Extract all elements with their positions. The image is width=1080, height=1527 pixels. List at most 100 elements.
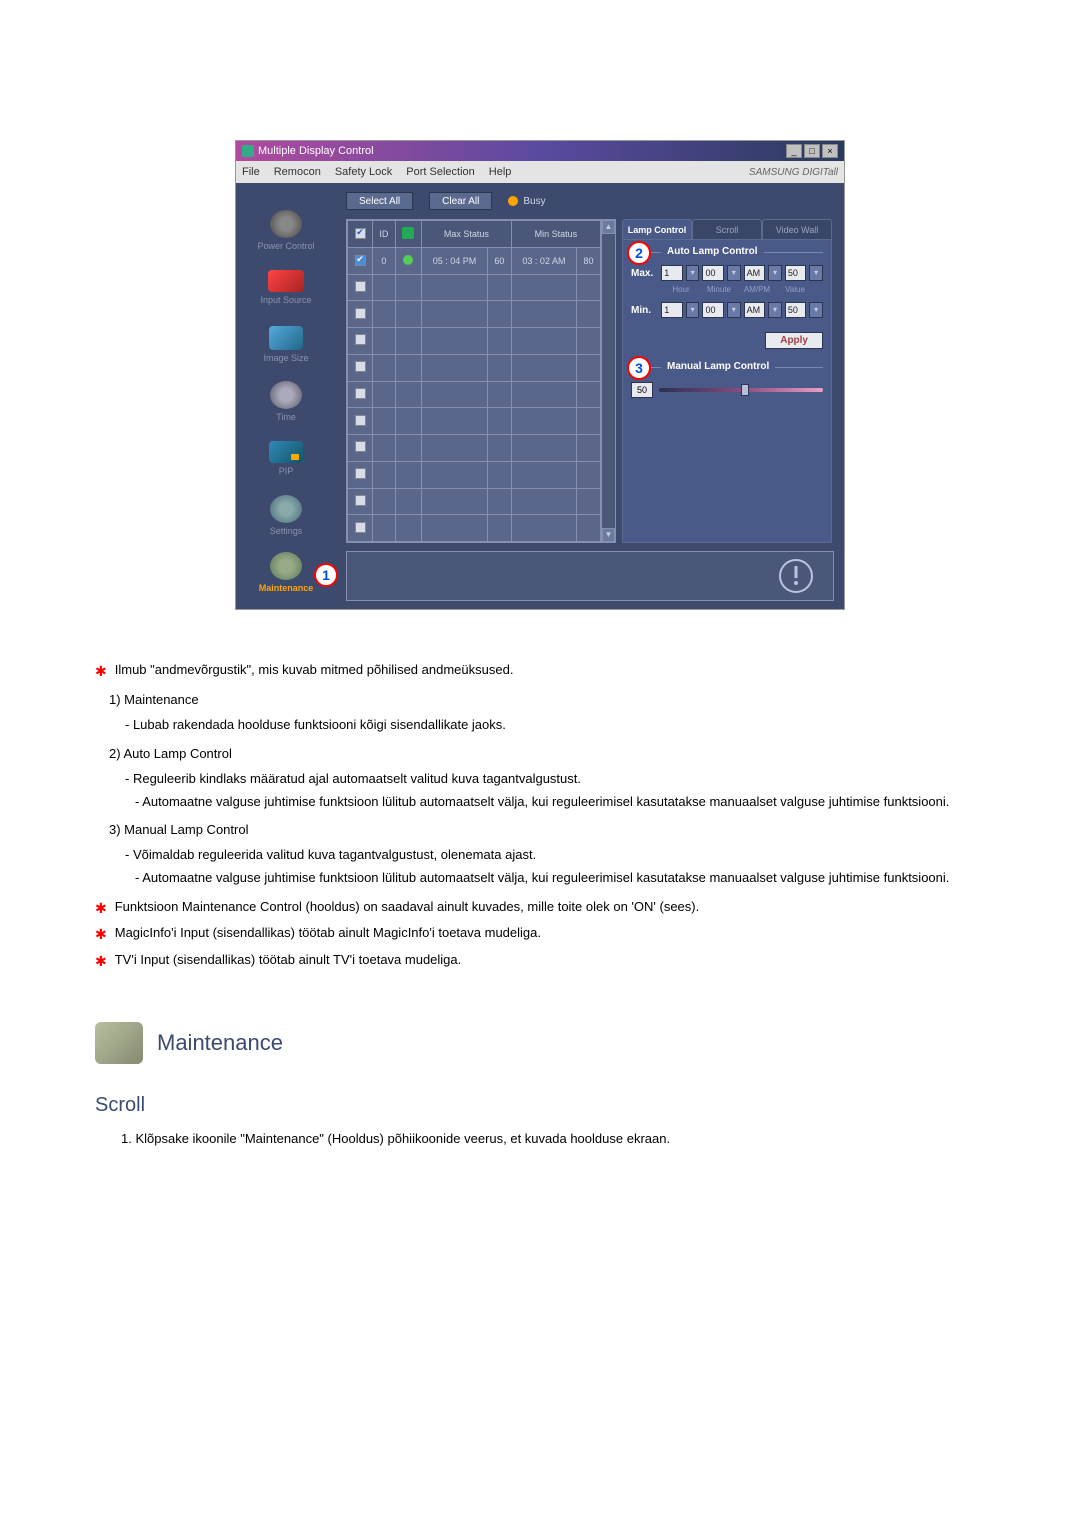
sidebar-item-input[interactable]: Input Source — [246, 260, 326, 315]
window-title: Multiple Display Control — [258, 145, 374, 157]
table-row[interactable] — [348, 488, 601, 515]
min-minute-select[interactable]: 00 — [702, 302, 724, 318]
row-min-time: 03 : 02 AM — [511, 247, 576, 274]
row-checkbox[interactable] — [355, 388, 366, 399]
menu-port-selection[interactable]: Port Selection — [406, 166, 474, 178]
row-checkbox[interactable] — [355, 361, 366, 372]
row-checkbox[interactable] — [355, 334, 366, 345]
power-icon — [270, 210, 302, 238]
list-subitem: Võimaldab reguleerida valitud kuva tagan… — [135, 845, 985, 866]
col-max-header[interactable]: Max Status — [422, 221, 512, 248]
close-button[interactable]: × — [822, 144, 838, 158]
tab-scroll[interactable]: Scroll — [692, 219, 762, 239]
max-hour-select[interactable]: 1 — [661, 265, 683, 281]
maximize-button[interactable]: □ — [804, 144, 820, 158]
bullet-line: TV'i Input (sisendallikas) töötab ainult… — [95, 950, 985, 972]
row-checkbox[interactable] — [355, 308, 366, 319]
tab-lamp-control[interactable]: Lamp Control — [622, 219, 692, 239]
table-row[interactable] — [348, 435, 601, 462]
row-checkbox[interactable] — [355, 441, 366, 452]
busy-dot-icon — [508, 196, 518, 206]
row-checkbox[interactable] — [355, 415, 366, 426]
min-hour-select[interactable]: 1 — [661, 302, 683, 318]
star-icon — [95, 897, 107, 919]
table-row[interactable] — [348, 274, 601, 301]
scroll-up-icon[interactable]: ▲ — [602, 220, 615, 234]
table-row[interactable] — [348, 354, 601, 381]
col-id-header[interactable]: ID — [373, 221, 396, 248]
row-checkbox[interactable] — [355, 468, 366, 479]
min-label: Min. — [631, 305, 658, 316]
callout-2: 2 — [627, 241, 651, 265]
chevron-down-icon[interactable]: ▾ — [686, 302, 700, 318]
display-table-wrap: ID Max Status Min Status 0 05 : 04 PM 60… — [346, 219, 616, 543]
min-value-select[interactable]: 50 — [785, 302, 807, 318]
max-minute-select[interactable]: 00 — [702, 265, 724, 281]
chevron-down-icon[interactable]: ▾ — [809, 302, 823, 318]
chevron-down-icon[interactable]: ▾ — [768, 302, 782, 318]
maintenance-sidebar-icon — [270, 552, 302, 580]
callout-3: 3 — [627, 356, 651, 380]
scrollbar[interactable]: ▲ ▼ — [601, 220, 615, 542]
row-min-val: 80 — [577, 247, 601, 274]
slider-value: 50 — [631, 382, 653, 398]
table-row[interactable] — [348, 328, 601, 355]
sidebar-item-settings[interactable]: Settings — [246, 488, 326, 543]
min-ampm-select[interactable]: AM — [744, 302, 766, 318]
row-id: 0 — [373, 247, 396, 274]
menu-file[interactable]: File — [242, 166, 260, 178]
list-item: 3) Manual Lamp Control — [109, 820, 985, 841]
slider-thumb[interactable] — [741, 384, 749, 396]
bullet-line: Funktsioon Maintenance Control (hooldus)… — [95, 897, 985, 919]
apply-button[interactable]: Apply — [765, 332, 823, 349]
row-checkbox[interactable] — [355, 495, 366, 506]
titlebar: Multiple Display Control _ □ × — [236, 141, 844, 161]
list-item: 1) Maintenance — [109, 690, 985, 711]
max-value-select[interactable]: 50 — [785, 265, 807, 281]
col-min-header[interactable]: Min Status — [511, 221, 600, 248]
lamp-slider[interactable] — [659, 388, 823, 392]
bullet-line: MagicInfo'i Input (sisendallikas) töötab… — [95, 923, 985, 945]
ordered-list-item: 1. Klõpsake ikoonile "Maintenance" (Hool… — [121, 1129, 985, 1150]
row-checkbox[interactable] — [355, 522, 366, 533]
table-row[interactable] — [348, 461, 601, 488]
section-title: Maintenance — [157, 1030, 283, 1056]
sidebar: Power Control Input Source Image Size Ti… — [236, 183, 336, 609]
menu-safety-lock[interactable]: Safety Lock — [335, 166, 392, 178]
table-row[interactable] — [348, 381, 601, 408]
chevron-down-icon[interactable]: ▾ — [727, 302, 741, 318]
menu-help[interactable]: Help — [489, 166, 512, 178]
table-row[interactable]: 0 05 : 04 PM 60 03 : 02 AM 80 — [348, 247, 601, 274]
settings-icon — [270, 495, 302, 523]
table-row[interactable] — [348, 515, 601, 542]
sidebar-item-time[interactable]: Time — [246, 374, 326, 429]
star-icon — [95, 660, 107, 682]
select-all-button[interactable]: Select All — [346, 192, 413, 210]
table-row[interactable] — [348, 408, 601, 435]
chevron-down-icon[interactable]: ▾ — [809, 265, 823, 281]
row-checkbox[interactable] — [355, 255, 366, 266]
clear-all-button[interactable]: Clear All — [429, 192, 492, 210]
sidebar-item-pip[interactable]: PIP — [246, 431, 326, 486]
minimize-button[interactable]: _ — [786, 144, 802, 158]
chevron-down-icon[interactable]: ▾ — [768, 265, 782, 281]
sidebar-item-maintenance[interactable]: 1 Maintenance — [246, 545, 326, 600]
sidebar-item-image-size[interactable]: Image Size — [246, 317, 326, 372]
list-subitem: Lubab rakendada hoolduse funktsiooni kõi… — [135, 715, 985, 736]
tab-video-wall[interactable]: Video Wall — [762, 219, 832, 239]
chevron-down-icon[interactable]: ▾ — [727, 265, 741, 281]
list-item: 2) Auto Lamp Control — [109, 744, 985, 765]
sidebar-item-power[interactable]: Power Control — [246, 203, 326, 258]
row-checkbox[interactable] — [355, 281, 366, 292]
table-row[interactable] — [348, 301, 601, 328]
menu-remocon[interactable]: Remocon — [274, 166, 321, 178]
chevron-down-icon[interactable]: ▾ — [686, 265, 700, 281]
manual-lamp-slider-row: 50 — [631, 382, 823, 398]
input-source-icon — [268, 270, 304, 292]
time-icon — [270, 381, 302, 409]
max-ampm-select[interactable]: AM — [744, 265, 766, 281]
list-subitem: Automaatne valguse juhtimise funktsioon … — [135, 792, 985, 813]
scroll-down-icon[interactable]: ▼ — [602, 528, 615, 542]
col-check-header[interactable] — [348, 221, 373, 248]
display-table: ID Max Status Min Status 0 05 : 04 PM 60… — [347, 220, 601, 542]
